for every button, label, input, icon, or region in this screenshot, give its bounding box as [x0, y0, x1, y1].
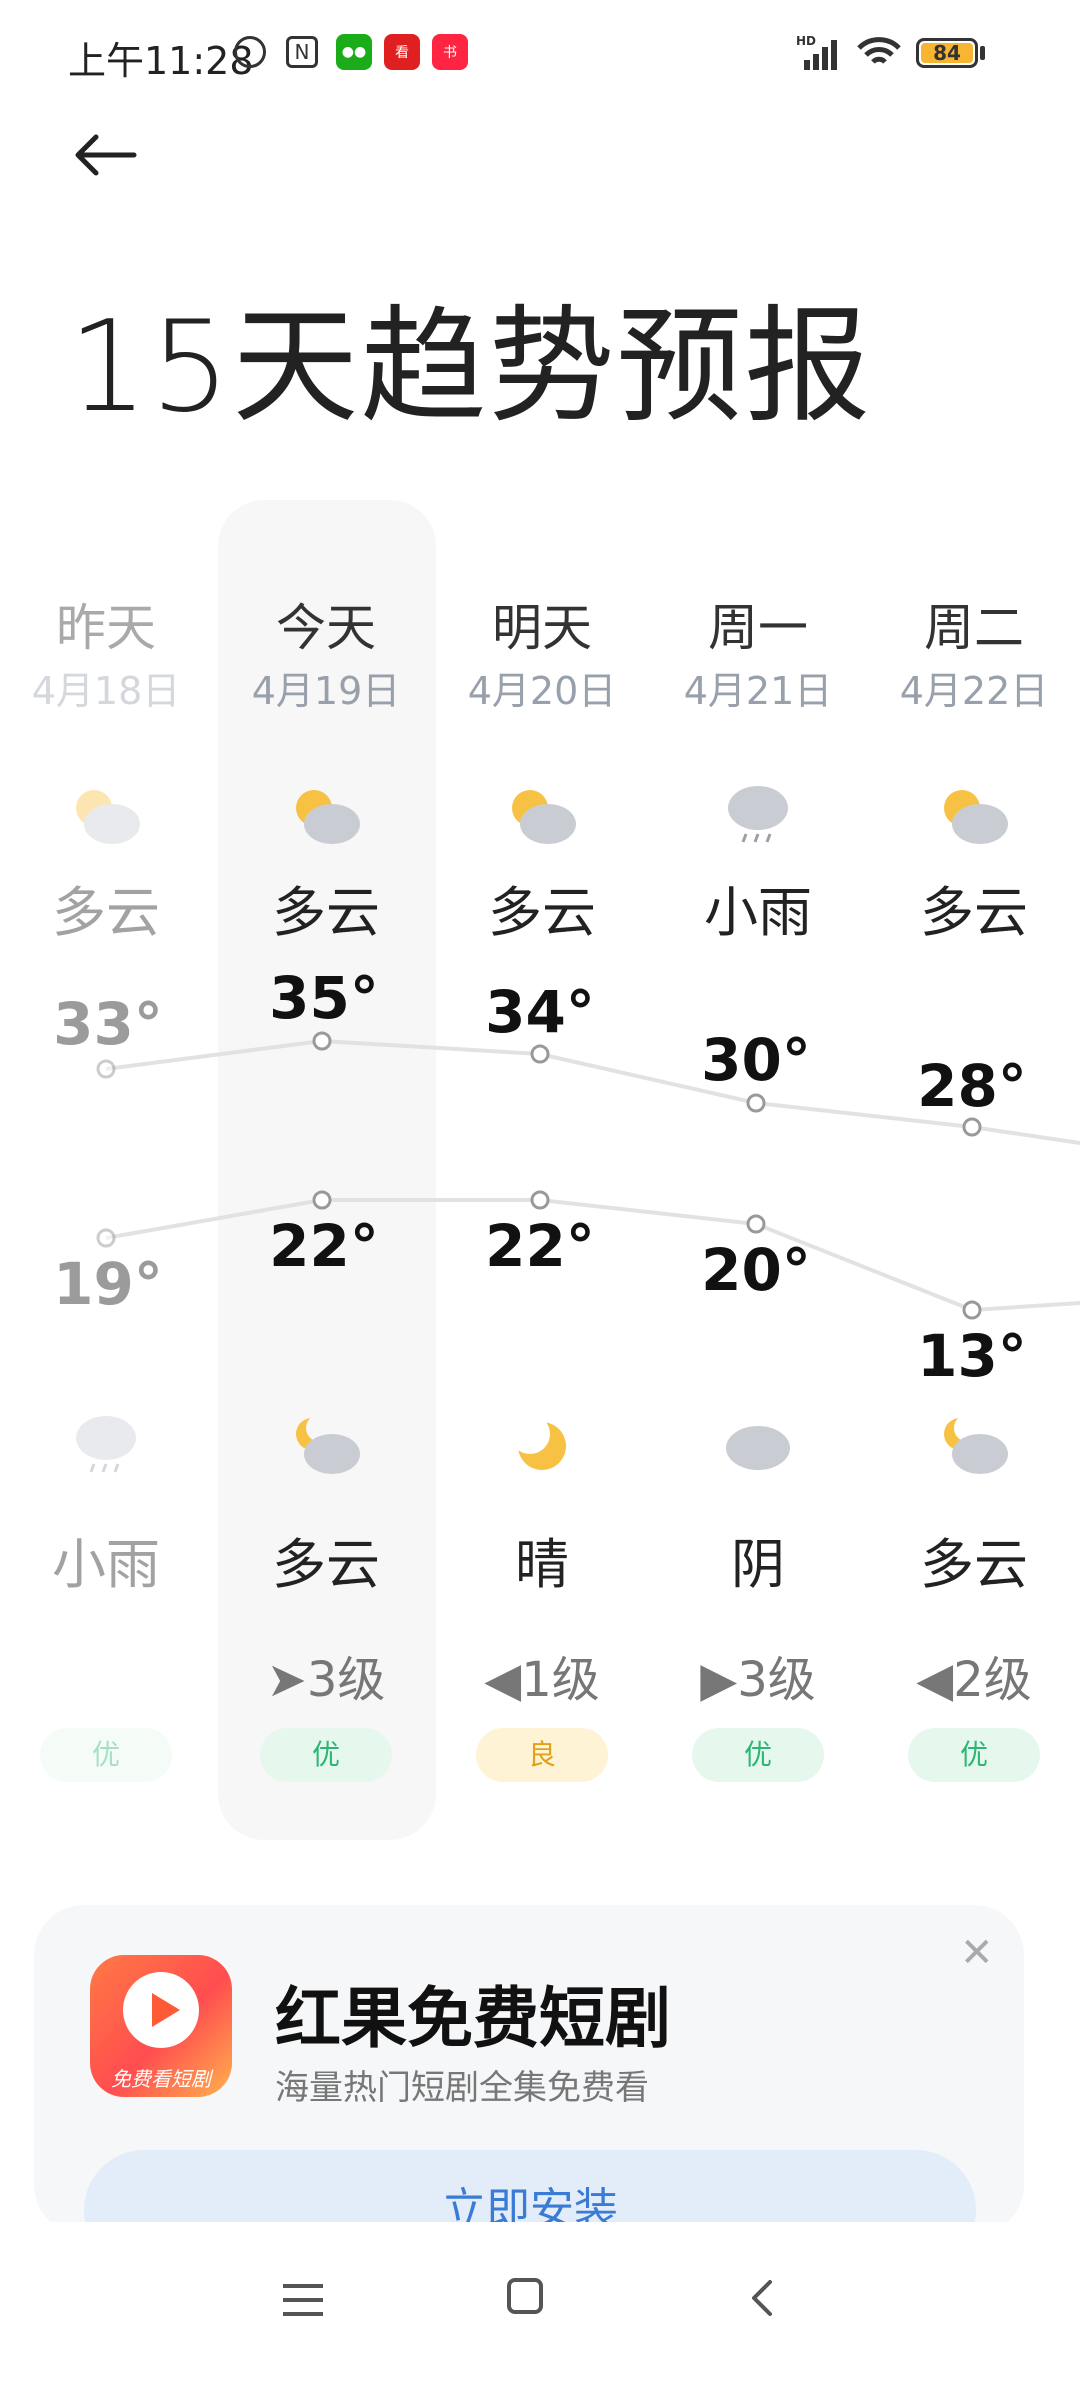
page-title: 15天趋势预报 — [68, 293, 873, 440]
wind-arrow-icon: ▶ — [700, 1652, 738, 1708]
close-icon[interactable]: ✕ — [960, 1930, 994, 1976]
alarm-icon — [234, 36, 266, 68]
day-date: 4月22日 — [899, 669, 1049, 713]
moon-icon — [434, 1410, 650, 1480]
high-temp: 34° — [485, 978, 595, 1046]
low-temp: 22° — [485, 1212, 595, 1280]
cloud-icon — [650, 1410, 866, 1480]
ad-subtitle: 海量热门短剧全集免费看 — [275, 2068, 649, 2108]
aqi-badge: 优 — [40, 1728, 172, 1782]
high-temp: 33° — [53, 990, 163, 1058]
day-weather: 多云 — [272, 881, 380, 944]
low-temp: 20° — [701, 1236, 811, 1304]
low-temp: 22° — [269, 1212, 379, 1280]
navigation-bar — [0, 2222, 1080, 2400]
app-notification-icon: 看 — [384, 34, 420, 70]
app-logo: 免费看短剧 — [90, 1955, 232, 2097]
day-weather: 多云 — [920, 881, 1028, 944]
back-nav-icon[interactable] — [748, 2278, 776, 2318]
day-weather: 多云 — [52, 881, 160, 944]
back-button[interactable] — [70, 130, 160, 200]
day-name: 明天 — [492, 599, 592, 657]
high-temp-point — [962, 1117, 982, 1137]
rain-icon — [0, 1410, 214, 1480]
day-name: 昨天 — [56, 599, 156, 657]
day-date: 4月18日 — [31, 669, 181, 713]
status-bar: 上午11:28 N ●● 看 书 HD 84 — [0, 0, 1080, 110]
home-icon[interactable] — [507, 2278, 543, 2314]
low-temp: 13° — [917, 1322, 1027, 1390]
high-temp: 30° — [701, 1026, 811, 1094]
night-weather: 多云 — [272, 1533, 380, 1596]
wind-level: ➤3级 — [266, 1652, 386, 1708]
wind-level: ▶3级 — [700, 1652, 816, 1708]
partly-cloudy-icon — [218, 780, 434, 850]
low-temp-point — [530, 1190, 550, 1210]
low-temp-point — [746, 1214, 766, 1234]
night-weather: 晴 — [515, 1533, 569, 1596]
low-temp-point — [96, 1228, 116, 1248]
low-temp: 19° — [53, 1250, 163, 1318]
signal-icon: HD — [796, 34, 842, 70]
wifi-icon — [857, 37, 901, 64]
arrow-left-icon — [75, 134, 137, 176]
day-name: 今天 — [276, 599, 376, 657]
nfc-icon: N — [286, 36, 318, 68]
aqi-badge: 优 — [908, 1728, 1040, 1782]
aqi-badge: 良 — [476, 1728, 608, 1782]
wind-arrow-icon: ◀ — [484, 1652, 522, 1708]
day-name: 周二 — [924, 599, 1024, 657]
night-weather: 小雨 — [52, 1533, 160, 1596]
day-name: 周一 — [708, 599, 808, 657]
xiaohongshu-icon: 书 — [432, 34, 468, 70]
battery-icon: 84 — [916, 38, 978, 68]
menu-icon[interactable] — [283, 2284, 323, 2316]
day-weather: 多云 — [488, 881, 596, 944]
day-date: 4月20日 — [467, 669, 617, 713]
high-temp-point — [530, 1044, 550, 1064]
low-temp-point — [962, 1300, 982, 1320]
high-temp: 28° — [917, 1052, 1027, 1120]
night-weather: 阴 — [731, 1533, 785, 1596]
high-temp-point — [96, 1059, 116, 1079]
high-temp-point — [746, 1093, 766, 1113]
day-date: 4月21日 — [683, 669, 833, 713]
night-partly-cloudy-icon — [866, 1410, 1080, 1480]
wind-level: ◀1级 — [484, 1652, 600, 1708]
night-partly-cloudy-icon — [218, 1410, 434, 1480]
high-temp: 35° — [269, 964, 379, 1032]
ad-title: 红果免费短剧 — [275, 1980, 671, 2057]
partly-cloudy-icon — [0, 780, 214, 850]
partly-cloudy-icon — [434, 780, 650, 850]
wind-arrow-icon: ◀ — [916, 1652, 954, 1708]
rain-icon — [650, 780, 866, 850]
status-time: 上午11:28 — [68, 39, 254, 83]
aqi-badge: 优 — [260, 1728, 392, 1782]
wind-arrow-icon: ➤ — [266, 1652, 307, 1708]
day-weather: 小雨 — [704, 881, 812, 944]
aqi-badge: 优 — [692, 1728, 824, 1782]
app-logo-text: 免费看短剧 — [111, 2067, 211, 2091]
play-icon — [123, 1972, 199, 2048]
wind-level: ◀2级 — [916, 1652, 1032, 1708]
day-date: 4月19日 — [251, 669, 401, 713]
wechat-icon: ●● — [336, 34, 372, 70]
partly-cloudy-icon — [866, 780, 1080, 850]
night-weather: 多云 — [920, 1533, 1028, 1596]
